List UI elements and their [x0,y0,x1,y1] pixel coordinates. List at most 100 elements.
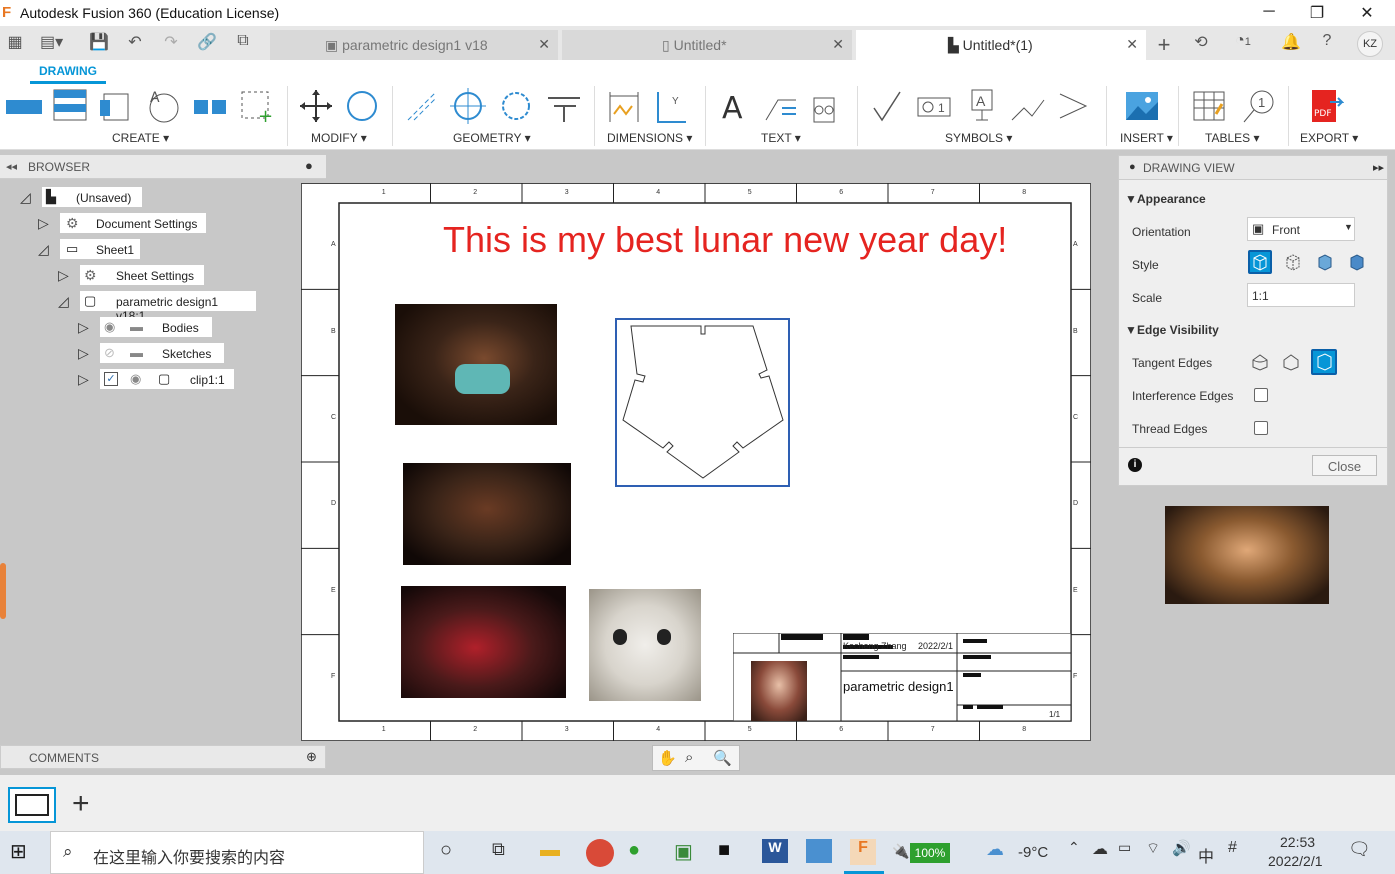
expand-arrow-icon[interactable]: ▷ [78,345,89,362]
dimensions-group[interactable]: DIMENSIONS ▾ [607,131,692,145]
job-status-icon[interactable]: ◔1 [1228,32,1258,54]
word-icon[interactable]: W [762,839,788,863]
style-visible-edges-button[interactable] [1248,250,1272,274]
title-block[interactable]: Kecheng Zhang 2022/2/1 parametric design… [733,633,1071,721]
sketch-icon[interactable]: + [238,88,274,124]
text-group[interactable]: TEXT ▾ [761,131,801,145]
balloon-icon[interactable] [808,88,844,124]
centerline-icon[interactable] [404,88,440,124]
photo-woman-red[interactable] [401,586,566,698]
expand-arrow-icon[interactable]: ▷ [78,371,89,388]
datum-identifier-icon[interactable]: A [964,88,1000,124]
edge-visibility-section[interactable]: Edge Visibility [1137,323,1219,337]
side-grip[interactable] [0,563,6,619]
expand-arrow-icon[interactable]: ▷ [58,267,69,284]
weather-icon[interactable]: ☁ [986,839,1014,867]
close-window-button[interactable]: ✕ [1352,3,1382,23]
comments-panel[interactable]: COMMENTS ⊕ [0,745,326,769]
modify-group[interactable]: MODIFY ▾ [311,131,367,145]
interference-edges-checkbox[interactable] [1254,388,1268,402]
tab-parametric-design[interactable]: ▣ parametric design1 v18 ✕ [270,30,558,60]
zoom-window-icon[interactable]: ⌕ [685,749,693,766]
new-tab-icon[interactable]: + [1153,32,1175,57]
browser-node-parametric-design[interactable]: ▢ parametric design1 v18:1 [80,291,256,323]
tab-untitled-1[interactable]: ▙ Untitled*(1) ✕ [856,30,1146,60]
battery-tray-icon[interactable]: ▭ [1118,839,1146,867]
rotate-icon[interactable] [344,88,380,124]
file-menu-icon[interactable]: ▤▾ [40,32,63,54]
drawing-sheet[interactable]: 1 1 2 2 3 3 4 4 5 5 6 6 7 7 8 8 A A B B C C D D E E F F This is my … [301,183,1091,741]
wechat-icon[interactable]: ● [628,839,656,867]
symbols-group[interactable]: SYMBOLS ▾ [945,131,1012,145]
tab-drawing[interactable]: DRAWING [30,64,106,84]
clock-date[interactable]: 2022/2/1 [1268,853,1323,869]
cloud-icon[interactable]: ☁ [1092,839,1120,867]
eye-icon[interactable]: ◉ [130,371,141,387]
browser-header[interactable]: ◂◂ BROWSER ● [0,155,326,179]
geometry-group[interactable]: GEOMETRY ▾ [453,131,531,145]
add-sheet-icon[interactable]: + [72,787,90,821]
terminal-icon[interactable]: ■ [718,839,746,867]
create-group[interactable]: CREATE ▾ [112,131,169,145]
redo-icon[interactable]: ↷ [160,32,182,54]
weld-symbol-icon[interactable] [1010,88,1046,124]
expand-panel-icon[interactable]: ▸▸ [1373,161,1384,174]
temperature-text[interactable]: -9°C [1018,844,1048,861]
close-tab-icon[interactable]: ✕ [832,36,844,53]
tangent-full-icon[interactable] [1250,352,1270,372]
insert-group[interactable]: INSERT ▾ [1120,131,1173,145]
app-icon[interactable]: ▣ [674,839,702,867]
save-icon[interactable]: 💾 [88,32,110,54]
appearance-section-arrow-icon[interactable]: ▼ [1125,192,1137,206]
sheet-thumbnail[interactable] [8,787,56,823]
appearance-section[interactable]: Appearance [1137,192,1206,206]
export-group[interactable]: EXPORT ▾ [1300,131,1358,145]
windows-start-icon[interactable]: ⊞ [10,839,38,867]
visibility-checkbox[interactable]: ✓ [104,372,118,386]
close-button[interactable]: Close [1312,455,1377,476]
tangent-shortened-icon[interactable] [1281,352,1301,372]
parts-list-icon[interactable]: 1 [1240,88,1276,124]
close-tab-icon[interactable]: ✕ [1126,36,1138,53]
feature-control-frame-icon[interactable]: 1 [916,88,952,124]
photos-icon[interactable] [806,839,832,863]
eye-hidden-icon[interactable]: ⊘ [104,345,115,361]
scale-input[interactable]: 1:1 [1247,283,1355,307]
browser-node-bodies[interactable]: ◉ ▬ Bodies [100,317,212,337]
center-mark-icon[interactable] [450,88,486,124]
expand-arrow-icon[interactable]: ▷ [38,215,49,232]
user-avatar[interactable]: KZ [1357,31,1383,57]
expand-arrow-icon[interactable]: ▷ [78,319,89,336]
text-icon[interactable]: A [718,88,754,124]
link-icon[interactable]: 🔗 [196,32,218,54]
browser-node-unsaved[interactable]: ▙ (Unsaved) [42,187,142,207]
surface-texture-icon[interactable] [870,88,906,124]
eye-icon[interactable]: ◉ [104,319,115,335]
section-view-icon[interactable] [98,88,134,124]
wifi-icon[interactable]: ⌔ [1146,839,1174,867]
zoom-icon[interactable]: 🔍 [713,749,732,767]
detail-view-icon[interactable]: A [146,88,182,124]
move-icon[interactable] [298,88,334,124]
photo-cat[interactable] [589,589,701,701]
export-pdf-icon[interactable]: PDF [1308,88,1344,124]
app-grid-icon[interactable]: ▦ [4,32,26,54]
battery-indicator[interactable]: 🔌 100% [892,843,954,863]
ime-indicator[interactable]: 中 [1198,843,1214,867]
fusion-taskbar-icon[interactable]: F [850,839,876,865]
sheet-heading-text[interactable]: This is my best lunar new year day! [443,219,1007,261]
thread-edges-checkbox[interactable] [1254,421,1268,435]
browser-node-document-settings[interactable]: ⚙ Document Settings [60,213,206,233]
expand-arrow-icon[interactable]: ◿ [38,241,49,258]
photo-clapping-girl[interactable] [1165,506,1329,604]
center-pattern-icon[interactable] [498,88,534,124]
table-icon[interactable] [1192,88,1228,124]
info-icon[interactable]: i [1128,458,1142,472]
insert-image-icon[interactable] [1124,88,1160,124]
copy-icon[interactable]: ⧉ [232,32,254,54]
online-status-icon[interactable]: ⟲ [1190,32,1212,54]
ime-mode-icon[interactable]: # [1228,839,1256,867]
dimension-icon[interactable] [606,88,642,124]
edge-extension-icon[interactable] [546,88,582,124]
drawing-view-selected[interactable] [615,318,790,487]
